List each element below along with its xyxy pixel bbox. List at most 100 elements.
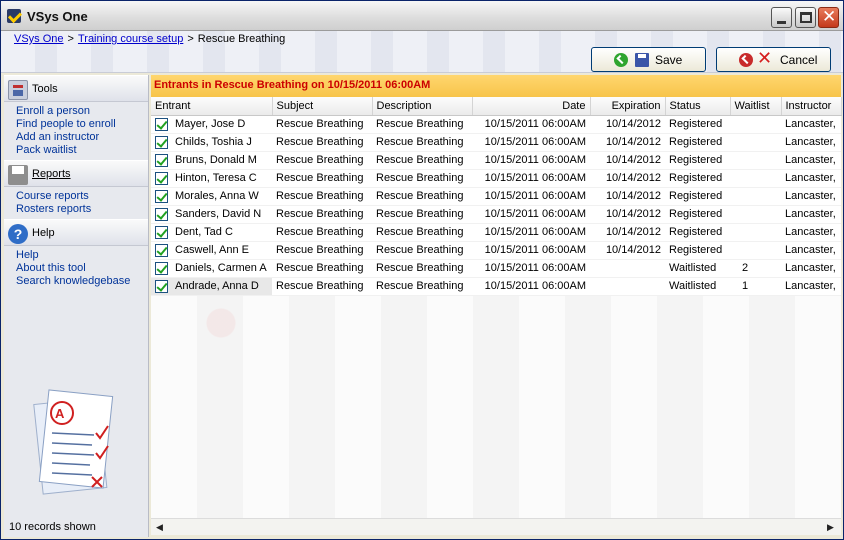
entrant-cell: Morales, Anna W: [151, 187, 272, 206]
entrant-name: Hinton, Teresa C: [175, 172, 257, 184]
cancel-button[interactable]: ✕ Cancel: [716, 47, 831, 72]
status-cell: Registered: [665, 187, 730, 206]
enrolled-checkbox[interactable]: [155, 243, 168, 257]
column-header-subject[interactable]: Subject: [272, 97, 373, 116]
enrolled-checkbox[interactable]: [155, 225, 168, 239]
breadcrumb-link-home[interactable]: VSys One: [14, 33, 64, 45]
date-cell: 10/15/2011 06:00AM: [472, 241, 590, 260]
column-header-instructor[interactable]: Instructor: [781, 97, 842, 116]
column-header-expiration[interactable]: Expiration: [590, 97, 666, 116]
title-bar[interactable]: VSys One ✕: [1, 1, 843, 31]
reports-section-header[interactable]: Reports: [4, 160, 148, 187]
status-cell: Registered: [665, 223, 730, 242]
cancel-x-icon: ✕: [757, 48, 773, 68]
entrant-name: Daniels, Carmen A: [175, 262, 267, 274]
scroll-left-arrow-icon[interactable]: ◀: [153, 521, 166, 534]
close-icon: ✕: [822, 7, 837, 26]
breadcrumb-separator: >: [187, 33, 194, 45]
minimize-button[interactable]: [771, 7, 792, 28]
waitlist-cell: [730, 133, 781, 152]
tools-section-title: Tools: [32, 83, 58, 95]
help-section-header[interactable]: ? Help: [4, 219, 148, 246]
tools-section-header[interactable]: Tools: [4, 75, 148, 102]
help-link[interactable]: Help: [16, 249, 148, 262]
minimize-icon: [777, 21, 786, 24]
table-row[interactable]: Morales, Anna W Rescue Breathing Rescue Br…: [151, 187, 841, 206]
expiration-cell: 10/14/2012: [590, 133, 665, 152]
column-header-status[interactable]: Status: [665, 97, 731, 116]
instructor-cell: Lancaster,: [781, 115, 841, 134]
enrolled-checkbox[interactable]: [155, 135, 168, 149]
reports-section-title: Reports: [32, 168, 71, 180]
entrant-name: Dent, Tad C: [175, 226, 233, 238]
enrolled-checkbox[interactable]: [155, 261, 168, 275]
table-header-row: Entrant Subject Description Date Expirat…: [151, 97, 842, 116]
date-cell: 10/15/2011 06:00AM: [472, 187, 590, 206]
waitlist-cell: [730, 169, 781, 188]
entrant-name: Childs, Toshia J: [175, 136, 252, 148]
enrolled-checkbox[interactable]: [155, 279, 168, 293]
subject-cell: Rescue Breathing: [272, 115, 372, 134]
instructor-cell: Lancaster,: [781, 241, 841, 260]
enrolled-checkbox[interactable]: [155, 171, 168, 185]
go-arrow-icon: [614, 53, 628, 67]
table-row[interactable]: Andrade, Anna D Rescue Breathing Rescue Br…: [151, 277, 841, 296]
table-row[interactable]: Hinton, Teresa C Rescue Breathing Rescue B…: [151, 169, 841, 188]
waitlist-cell: [730, 151, 781, 170]
status-cell: Waitlisted: [665, 259, 730, 278]
table-row[interactable]: Childs, Toshia J Rescue Breathing Rescue B…: [151, 133, 841, 152]
enrolled-checkbox[interactable]: [155, 153, 168, 167]
table-row[interactable]: Bruns, Donald M Rescue Breathing Rescue Br…: [151, 151, 841, 170]
maximize-button[interactable]: [795, 7, 816, 28]
enrolled-checkbox[interactable]: [155, 189, 168, 203]
maximize-icon: [800, 12, 812, 23]
breadcrumb-separator: >: [67, 33, 74, 45]
entrant-name: Bruns, Donald M: [175, 154, 257, 166]
pack-waitlist-link[interactable]: Pack waitlist: [16, 144, 148, 157]
status-cell: Registered: [665, 115, 730, 134]
help-links: Help About this tool Search knowledgebas…: [4, 246, 148, 291]
status-cell: Registered: [665, 151, 730, 170]
description-cell: Rescue Breathing: [372, 259, 472, 278]
instructor-cell: Lancaster,: [781, 187, 841, 206]
rosters-reports-link[interactable]: Rosters reports: [16, 203, 148, 216]
entrants-table-body: Mayer, Jose D Rescue Breathing Rescue Brea…: [151, 115, 841, 296]
find-people-link[interactable]: Find people to enroll: [16, 118, 148, 131]
instructor-cell: Lancaster,: [781, 151, 841, 170]
column-header-entrant[interactable]: Entrant: [151, 97, 273, 116]
course-reports-link[interactable]: Course reports: [16, 190, 148, 203]
table-row[interactable]: Mayer, Jose D Rescue Breathing Rescue Brea…: [151, 115, 841, 134]
subject-cell: Rescue Breathing: [272, 259, 372, 278]
enrolled-checkbox[interactable]: [155, 117, 168, 131]
cancel-button-label: Cancel: [780, 53, 818, 67]
column-header-waitlist[interactable]: Waitlist: [730, 97, 782, 116]
enrolled-checkbox[interactable]: [155, 207, 168, 221]
about-tool-link[interactable]: About this tool: [16, 262, 148, 275]
enroll-person-link[interactable]: Enroll a person: [16, 105, 148, 118]
expiration-cell: [590, 277, 665, 296]
close-button[interactable]: ✕: [818, 7, 839, 28]
window-title: VSys One: [27, 9, 88, 24]
table-row[interactable]: Daniels, Carmen A Rescue Breathing Rescue …: [151, 259, 841, 278]
horizontal-scrollbar[interactable]: ◀ ▶: [151, 518, 841, 535]
description-cell: Rescue Breathing: [372, 223, 472, 242]
waitlist-cell: [730, 241, 781, 260]
table-row[interactable]: Caswell, Ann E Rescue Breathing Rescue Bre…: [151, 241, 841, 260]
description-cell: Rescue Breathing: [372, 187, 472, 206]
breadcrumb-link-training-course-setup[interactable]: Training course setup: [78, 33, 183, 45]
svg-text:A: A: [55, 406, 65, 421]
subject-cell: Rescue Breathing: [272, 223, 372, 242]
save-button[interactable]: Save: [591, 47, 706, 72]
table-row[interactable]: Sanders, David N Rescue Breathing Rescue B…: [151, 205, 841, 224]
column-header-date[interactable]: Date: [472, 97, 591, 116]
date-cell: 10/15/2011 06:00AM: [472, 223, 590, 242]
status-cell: Registered: [665, 241, 730, 260]
search-knowledgebase-link[interactable]: Search knowledgebase: [16, 275, 148, 288]
expiration-cell: 10/14/2012: [590, 241, 665, 260]
add-instructor-link[interactable]: Add an instructor: [16, 131, 148, 144]
scroll-right-arrow-icon[interactable]: ▶: [824, 521, 837, 534]
table-row[interactable]: Dent, Tad C Rescue Breathing Rescue Breath…: [151, 223, 841, 242]
entrants-panel: Entrants in Rescue Breathing on 10/15/20…: [151, 75, 842, 518]
column-header-description[interactable]: Description: [372, 97, 473, 116]
description-cell: Rescue Breathing: [372, 241, 472, 260]
